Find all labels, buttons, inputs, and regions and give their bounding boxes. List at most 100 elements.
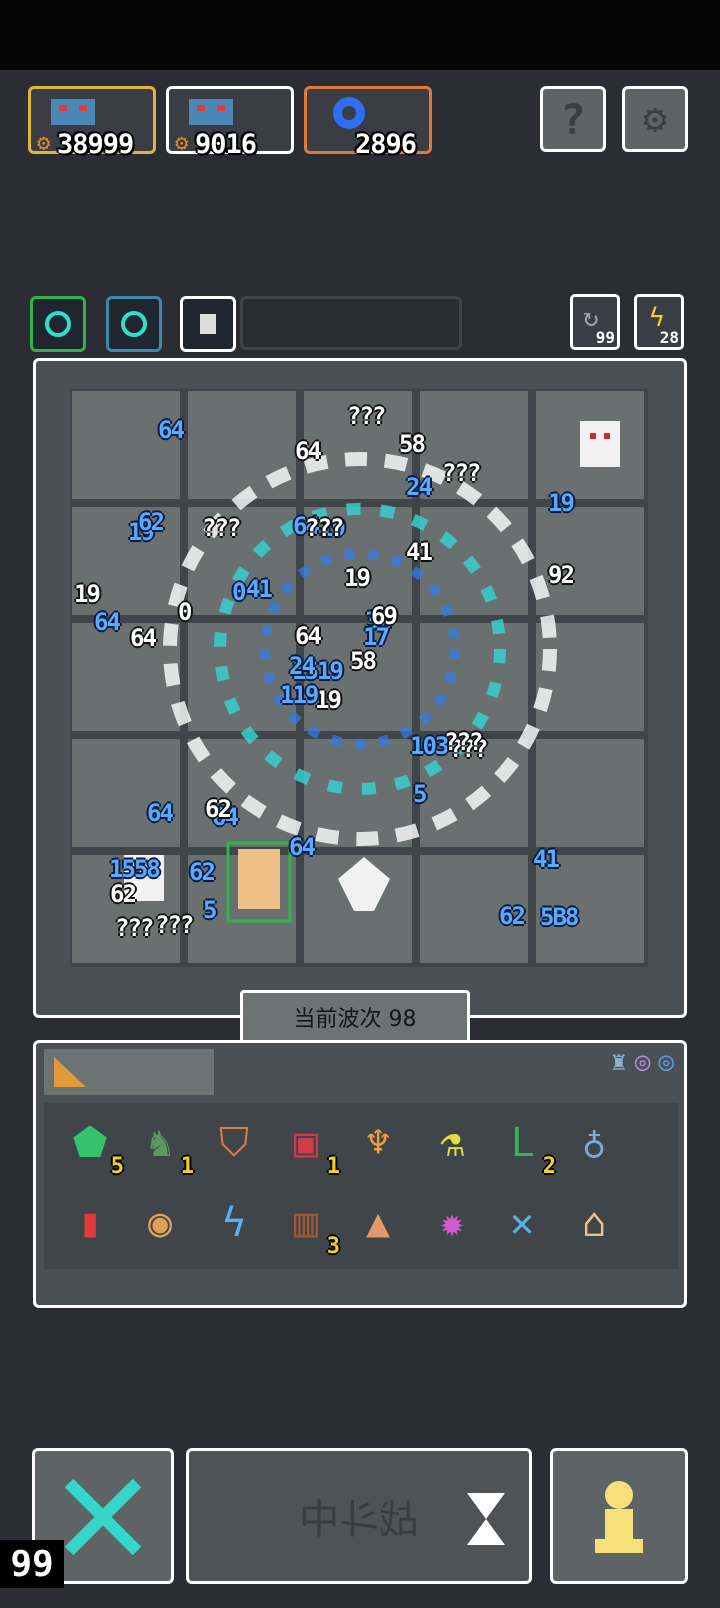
settings-button[interactable]: ⚙ [622, 86, 688, 152]
red-gem-counter: ⚙ 38999 [28, 86, 156, 160]
damage-number: 19 [315, 686, 342, 714]
shield-item[interactable]: ⛉ [204, 1113, 264, 1173]
damage-number: 5B8 [540, 903, 579, 931]
damage-number: ??? [202, 514, 241, 542]
bullet-item[interactable]: ▲ [348, 1193, 408, 1253]
damage-number: 58 [399, 430, 426, 458]
wave-label: 当前波次 98 [293, 1007, 417, 1032]
book-item[interactable]: ▥ 3 [276, 1193, 340, 1259]
damage-number: 24 [289, 652, 316, 680]
goblin-item[interactable]: ♞ 1 [130, 1113, 194, 1179]
damage-number: 5 [413, 780, 428, 808]
blue-ring-icon[interactable]: ◎ [658, 1047, 674, 1077]
gear-icon: ⚙ [642, 96, 668, 142]
damage-number: 0 [178, 598, 193, 626]
mimic-item[interactable]: ▣ 1 [276, 1113, 340, 1179]
sword-item[interactable]: ✕ [492, 1193, 552, 1253]
damage-number: 0 [232, 578, 247, 606]
damage-number: 64 [158, 416, 185, 444]
energy-counter[interactable]: ϟ 28 [634, 294, 684, 350]
bottle-icon[interactable]: ♜ [611, 1047, 627, 1077]
potion-item[interactable]: ⚗ [422, 1113, 482, 1173]
flask-item[interactable]: ♁ [564, 1113, 624, 1173]
damage-number: 62 [110, 880, 137, 908]
damage-number: 119 [280, 681, 319, 709]
gear-icon: ⚙ [37, 131, 51, 156]
boot-item[interactable]: ᒪ2 [492, 1113, 556, 1179]
skill-bar [240, 296, 462, 350]
fight-label: 战斗中 [299, 1497, 419, 1543]
damage-number: 1558 [109, 855, 161, 883]
cog-token-counter: 2896 [304, 86, 432, 160]
bell-item[interactable]: ⌂ [564, 1193, 624, 1253]
spike-item[interactable]: ✹ [422, 1193, 482, 1253]
damage-number: 64 [295, 437, 322, 465]
speed-counter[interactable]: 99 [0, 1540, 64, 1588]
inventory-grid: ⬟ 5 ♞ 1 ⛉ ▣ 1 ♆ ⚗ ᒪ2 ♁ ▮ ◉ ϟ ▥ 3 ▲ ✹ ✕ ⌂ [44, 1103, 678, 1269]
damage-number: 62 [499, 902, 526, 930]
cog-token-amount: 2896 [355, 129, 417, 160]
damage-number: ??? [155, 911, 194, 939]
skill-slot-1[interactable] [30, 296, 86, 352]
damage-number: 62 [189, 858, 216, 886]
skill-slot-2[interactable] [106, 296, 162, 352]
gear-icon: ⚙ [175, 131, 189, 156]
damage-number: 64 [130, 624, 157, 652]
damage-number: ??? [442, 459, 481, 487]
blue-gem-counter: ⚙ 9016 [166, 86, 294, 160]
damage-number: 64 [295, 622, 322, 650]
fight-button[interactable]: 战斗中 [186, 1448, 532, 1584]
moth-monster-icon [338, 857, 390, 911]
scroll-icon [200, 314, 216, 334]
speed-label: 99 [10, 1543, 54, 1585]
damage-number: 5 [203, 896, 218, 924]
refresh-count: 99 [595, 328, 615, 347]
damage-number: ??? [347, 402, 386, 430]
damage-number: 64 [289, 833, 316, 861]
status-bar [0, 0, 720, 70]
damage-number: 92 [548, 561, 575, 589]
orb-item[interactable]: ◉ [130, 1193, 190, 1253]
damage-number: 103 [410, 732, 449, 760]
lightning-item[interactable]: ϟ [204, 1193, 264, 1253]
damage-number: 17 [363, 623, 390, 651]
hero-button[interactable] [550, 1448, 688, 1584]
help-button[interactable]: ? [540, 86, 606, 152]
crossed-swords-icon [64, 1478, 142, 1556]
filter-buttons: ♜ ◎ ◎ [611, 1047, 674, 1077]
damage-number: 19 [548, 489, 575, 517]
damage-number: 19 [74, 580, 101, 608]
skill-slot-3[interactable] [180, 296, 236, 352]
damage-number: 41 [246, 575, 273, 603]
question-icon: ? [560, 94, 586, 144]
damage-number: ??? [305, 514, 344, 542]
ring-icon [121, 311, 147, 337]
crab-monster-icon [189, 99, 233, 125]
wave-indicator: 当前波次 98 [240, 990, 470, 1044]
fox-item[interactable]: ♆ [348, 1113, 408, 1173]
triangle-tab-icon [54, 1057, 86, 1087]
damage-number: 62 [138, 508, 165, 536]
crab-monster-icon [51, 99, 95, 125]
inventory-tab[interactable] [44, 1049, 214, 1095]
red-gem-amount: 38999 [57, 129, 134, 160]
refresh-counter[interactable]: ↻ 99 [570, 294, 620, 350]
damage-number: 24 [406, 473, 433, 501]
energy-count: 28 [659, 328, 679, 347]
damage-number: 19 [344, 564, 371, 592]
green-gem-item[interactable]: ⬟ 5 [60, 1113, 124, 1179]
battle-board: 19 19 1519 1558 32 64 58 19 24 58 64 5B8 64 19 119 41??… [33, 358, 687, 1018]
board-grid: 19 19 1519 1558 32 64 58 19 24 58 64 5B8 64 19 119 41??… [70, 389, 648, 967]
battery-item[interactable]: ▮ [60, 1193, 120, 1253]
purple-ring-icon[interactable]: ◎ [635, 1047, 651, 1077]
damage-number: 41 [406, 538, 433, 566]
damage-number: 58 [350, 647, 377, 675]
inventory-panel: ♜ ◎ ◎ ⬟ 5 ♞ 1 ⛉ ▣ 1 ♆ ⚗ ᒪ2 ♁ ▮ ◉ ϟ ▥ 3 ▲ ✹ ✕… [33, 1040, 687, 1308]
golem-monster-icon [226, 841, 292, 923]
damage-number: ??? [115, 914, 154, 942]
damage-number: 64 [94, 608, 121, 636]
ghost-monster-icon [580, 421, 620, 467]
damage-number: 41 [533, 845, 560, 873]
pawn-icon [595, 1481, 643, 1553]
damage-number: ??? [444, 728, 483, 756]
